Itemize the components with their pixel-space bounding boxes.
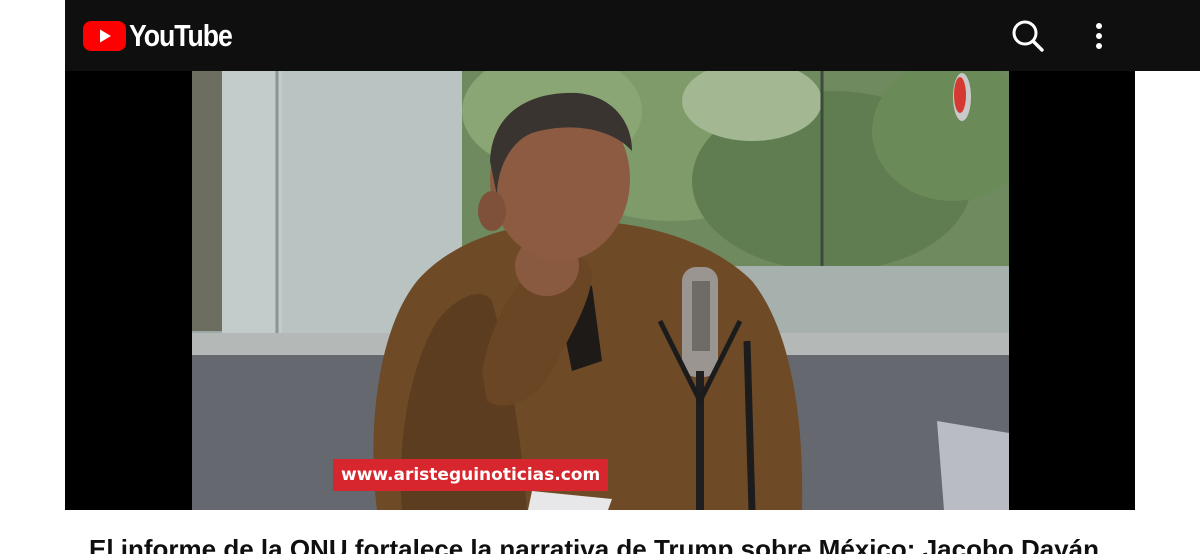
youtube-play-logo-icon <box>83 21 126 51</box>
logo-wordmark: YouTube <box>129 18 233 53</box>
youtube-logo[interactable]: YouTube <box>83 19 249 53</box>
more-vertical-icon <box>1096 23 1102 49</box>
youtube-app: YouTube www.aristeguinoticias.com El inf… <box>65 0 1200 554</box>
video-frame[interactable]: www.aristeguinoticias.com <box>192 71 1009 510</box>
more-options-button[interactable] <box>1077 14 1121 58</box>
video-frame-image <box>192 71 1009 510</box>
top-app-bar: YouTube <box>65 0 1200 71</box>
video-title[interactable]: El informe de la ONU fortalece la narrat… <box>89 530 1169 554</box>
search-icon <box>1012 20 1044 52</box>
video-player[interactable]: www.aristeguinoticias.com <box>65 71 1135 510</box>
channel-watermark: www.aristeguinoticias.com <box>333 459 609 491</box>
search-button[interactable] <box>1006 14 1050 58</box>
video-title-container: El informe de la ONU fortalece la narrat… <box>89 530 1169 554</box>
